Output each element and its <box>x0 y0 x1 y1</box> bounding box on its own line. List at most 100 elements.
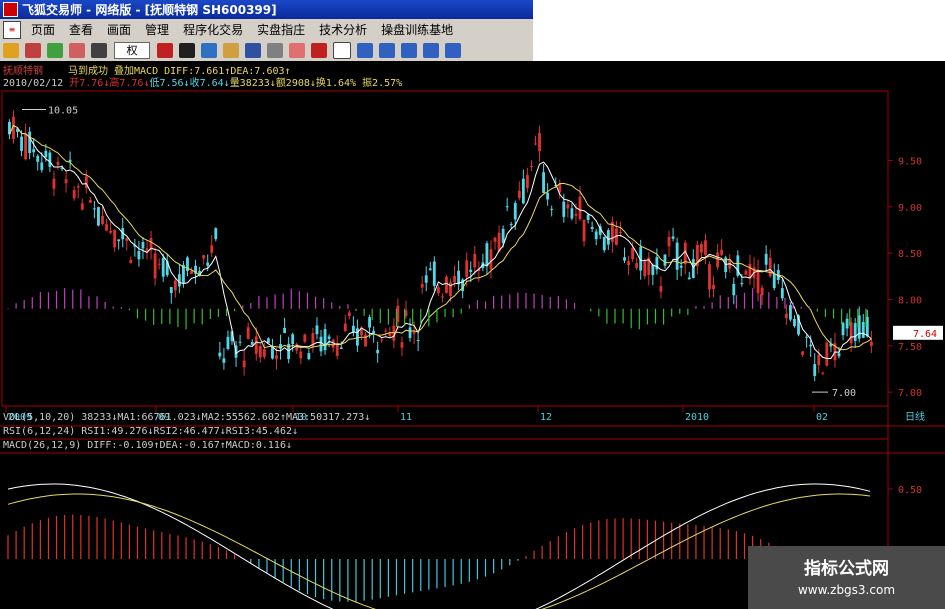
current-price-label: 7.64 <box>913 329 937 340</box>
open-icon[interactable] <box>3 43 19 58</box>
candle-body <box>764 253 768 265</box>
price-tick-label: 9.00 <box>898 203 922 214</box>
price-tick-label: 8.50 <box>898 249 922 260</box>
candle-body <box>307 353 311 360</box>
menu-item-page[interactable]: 页面 <box>24 21 62 38</box>
menu-item-tech-analysis[interactable]: 技术分析 <box>312 21 374 38</box>
candle-body <box>712 284 715 290</box>
candle-body <box>687 277 691 280</box>
quote-vol: 量38233↓ <box>229 78 276 89</box>
layout-3-icon[interactable] <box>401 43 417 58</box>
menu-item-view[interactable]: 查看 <box>62 21 100 38</box>
candle-body <box>513 203 517 220</box>
candle-body <box>262 349 266 357</box>
candle-body <box>861 321 865 338</box>
price-tick-label: 9.50 <box>898 156 922 167</box>
menu-item-live-trading[interactable]: 实盘指庄 <box>250 21 312 38</box>
candle-body <box>28 131 32 154</box>
candle-body <box>546 192 550 200</box>
candle-body <box>825 342 829 366</box>
candle-body <box>869 341 873 346</box>
candle-body <box>793 318 796 327</box>
candle-body <box>420 283 424 288</box>
candle-body <box>190 270 193 274</box>
candle-body <box>68 159 72 162</box>
layout-1-icon[interactable] <box>357 43 373 58</box>
candle-body <box>400 342 404 348</box>
time-axis-label: 12 <box>540 412 552 423</box>
chart-icon[interactable] <box>201 43 217 58</box>
candle-body <box>424 275 428 283</box>
candle-body <box>88 199 92 203</box>
candle-body <box>805 336 809 338</box>
candle-body <box>699 244 703 253</box>
candle-body <box>651 264 655 275</box>
price-tick-label: 7.00 <box>898 388 922 399</box>
menu-item-manage[interactable]: 管理 <box>138 21 176 38</box>
menu-item-program-trading[interactable]: 程序化交易 <box>176 21 250 38</box>
candle-body <box>218 352 222 357</box>
candle-body <box>534 143 537 145</box>
candle-body <box>493 237 497 242</box>
search-icon[interactable] <box>91 43 107 58</box>
candle-body <box>679 265 683 268</box>
candle-body <box>801 351 804 355</box>
candle-body <box>489 249 493 270</box>
candle-body <box>441 296 444 298</box>
candle-body <box>813 364 817 376</box>
candle-body <box>505 206 509 208</box>
candle-body <box>20 136 23 151</box>
candle-body <box>469 269 473 273</box>
candle-body <box>732 283 736 296</box>
candle-body <box>530 165 533 167</box>
candle-body <box>789 305 792 320</box>
candle-body <box>24 134 28 160</box>
grid-icon[interactable] <box>245 43 261 58</box>
candle-body <box>376 349 380 354</box>
candle-body <box>173 280 177 291</box>
layout-5-icon[interactable] <box>445 43 461 58</box>
candle-body <box>631 247 635 260</box>
chart-area[interactable]: 9.50 9.00 8.50 8.00 7.50 7.00 7.64 10.05 7.00 200… <box>0 61 945 609</box>
candle-body <box>667 236 671 247</box>
add-icon[interactable] <box>47 43 63 58</box>
candle-body <box>40 162 44 171</box>
candle-body <box>384 330 388 332</box>
candle-body <box>720 249 724 255</box>
layout-4-icon[interactable] <box>423 43 439 58</box>
alarm-icon[interactable] <box>311 43 327 58</box>
quote-amount: 额2908↓ <box>275 78 316 89</box>
candle-body <box>283 327 287 333</box>
candle-body <box>291 334 295 345</box>
candle-body <box>772 273 776 289</box>
candle-body <box>141 242 145 249</box>
system-menu-icon[interactable]: ≡ <box>3 20 21 39</box>
candle-body <box>210 245 214 253</box>
menu-item-screen[interactable]: 画面 <box>100 21 138 38</box>
layout-2-icon[interactable] <box>379 43 395 58</box>
candle-body <box>92 208 96 210</box>
candle-body <box>250 342 254 345</box>
candle-body <box>372 330 376 334</box>
candle-body <box>586 214 590 220</box>
candle-body <box>368 317 371 328</box>
menu-item-training-base[interactable]: 操盘训练基地 <box>374 21 460 38</box>
delete-icon[interactable] <box>69 43 85 58</box>
folder-icon[interactable] <box>223 43 239 58</box>
candle-body <box>432 261 436 286</box>
candle-body <box>319 336 323 352</box>
f10-icon[interactable] <box>25 43 41 58</box>
rights-select[interactable]: 权 <box>114 42 150 59</box>
info-icon[interactable] <box>333 42 351 59</box>
watermark: 指标公式网 www.zbgs3.com <box>748 546 945 609</box>
candle-body <box>145 248 149 251</box>
tools-icon[interactable] <box>267 43 283 58</box>
candle-body <box>663 254 667 266</box>
record-icon[interactable] <box>157 43 173 58</box>
candle-body <box>347 312 351 317</box>
candle-body <box>716 252 720 268</box>
watermark-title: 指标公式网 <box>804 559 889 579</box>
candle-body <box>238 341 242 343</box>
face-icon[interactable] <box>289 43 305 58</box>
glasses-icon[interactable] <box>179 43 195 58</box>
